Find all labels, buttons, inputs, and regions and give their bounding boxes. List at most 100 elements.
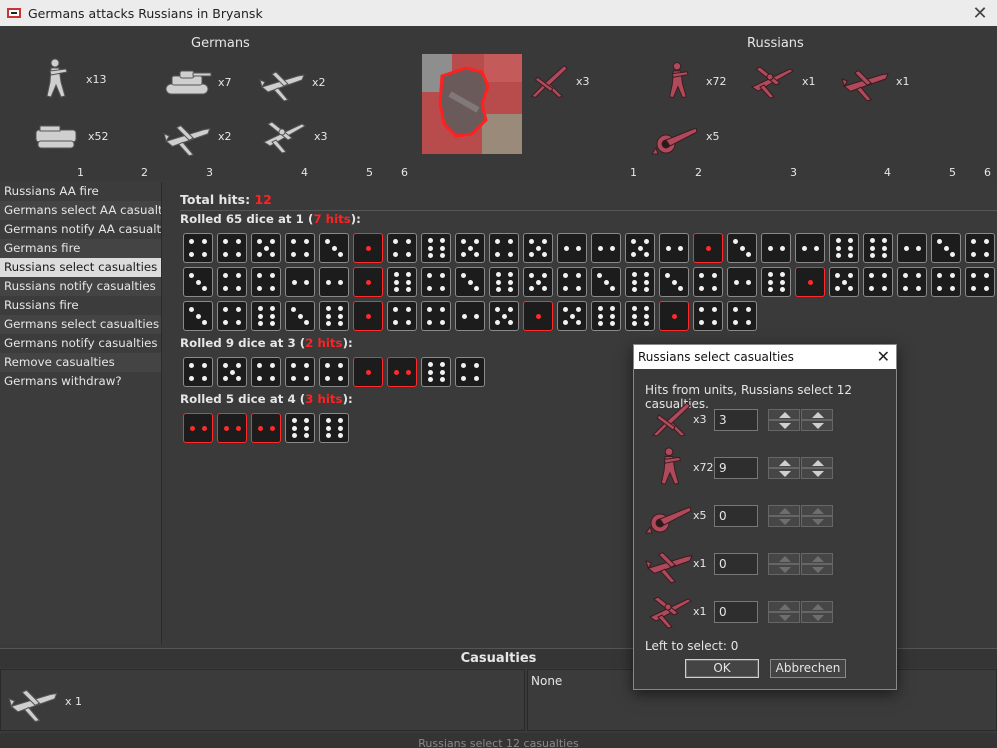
die (965, 233, 995, 263)
unit-count: x 1 (65, 694, 83, 708)
die (319, 233, 349, 263)
select-casualties-dialog: Russians select casualties ✕ Hits from u… (633, 344, 897, 690)
die (251, 267, 281, 297)
title-bar: Germans attacks Russians in Bryansk ✕ (0, 0, 997, 26)
die (693, 301, 723, 331)
territory-map (422, 54, 522, 154)
die (625, 267, 655, 297)
die (591, 233, 621, 263)
die (217, 357, 247, 387)
die (727, 267, 757, 297)
total-hits: Total hits: 12 (180, 192, 272, 207)
unit-count: x3 (693, 413, 707, 426)
casualty-count-input[interactable]: 9 (714, 457, 758, 479)
max-stepper[interactable] (801, 409, 833, 431)
attacker-unit: x2 (162, 114, 232, 158)
defender-axis-label: 3 (790, 166, 797, 179)
unit-count: x3 (576, 74, 590, 88)
total-hits-value: 12 (254, 192, 272, 207)
close-icon[interactable]: ✕ (877, 345, 890, 369)
die-hit (353, 267, 383, 297)
die (421, 357, 451, 387)
unit-count: x72 (706, 74, 727, 88)
step-item[interactable]: Germans select casualties (0, 315, 161, 334)
casualty-row: x1 0 (644, 589, 894, 633)
step-item[interactable]: Germans notify AA casualties (0, 220, 161, 239)
defender-axis-label: 6 (984, 166, 991, 179)
defender-unit: x5 (650, 114, 720, 158)
die (285, 301, 315, 331)
fighter-icon (163, 125, 211, 157)
attacker-unit: x2 (258, 62, 326, 102)
attacker-unit: x7 (162, 62, 232, 102)
die (931, 267, 961, 297)
increment-stepper[interactable] (768, 457, 800, 479)
die (455, 267, 485, 297)
casualty-unit: x 1 (7, 678, 82, 724)
defender-axis-label: 4 (884, 166, 891, 179)
step-item-active[interactable]: Russians select casualties (0, 258, 161, 277)
step-item[interactable]: Russians AA fire (0, 182, 161, 201)
die (829, 233, 859, 263)
max-stepper[interactable] (801, 601, 833, 623)
step-item[interactable]: Germans withdraw? (0, 372, 161, 391)
casualty-count-input[interactable]: 0 (714, 505, 758, 527)
die (455, 357, 485, 387)
casualties-none: None (531, 674, 563, 688)
defender-axis-label: 1 (630, 166, 637, 179)
infantry-icon (46, 58, 68, 98)
defender-axis-label: 2 (695, 166, 702, 179)
cancel-button[interactable]: Abbrechen (770, 659, 846, 678)
step-item[interactable]: Germans select AA casualties (0, 201, 161, 220)
close-icon[interactable]: ✕ (963, 0, 997, 26)
step-item[interactable]: Germans fire (0, 239, 161, 258)
artillery-icon (645, 506, 692, 534)
max-stepper[interactable] (801, 553, 833, 575)
increment-stepper[interactable] (768, 505, 800, 527)
die (217, 301, 247, 331)
die-hit (217, 413, 247, 443)
unit-count: x2 (312, 75, 326, 89)
total-hits-label: Total hits: (180, 192, 255, 207)
die (659, 267, 689, 297)
aa-gun-icon (531, 65, 568, 98)
unit-count: x7 (218, 75, 232, 89)
die-hit (693, 233, 723, 263)
die (625, 233, 655, 263)
attacker-axis-label: 6 (401, 166, 408, 179)
attacker-title: Germans (191, 36, 250, 51)
die (727, 301, 757, 331)
die (897, 233, 927, 263)
defender-unit: x72 (654, 56, 727, 106)
die (319, 267, 349, 297)
dialog-title: Russians select casualties (638, 350, 794, 364)
casualty-count-input[interactable]: 0 (714, 553, 758, 575)
max-stepper[interactable] (801, 457, 833, 479)
die-hit (795, 267, 825, 297)
die (761, 267, 791, 297)
increment-stepper[interactable] (768, 553, 800, 575)
casualty-row: x1 0 (644, 541, 894, 585)
die (523, 233, 553, 263)
increment-stepper[interactable] (768, 409, 800, 431)
die (863, 267, 893, 297)
unit-count: x1 (896, 74, 910, 88)
increment-stepper[interactable] (768, 601, 800, 623)
casualty-count-input[interactable]: 3 (714, 409, 758, 431)
step-item[interactable]: Remove casualties (0, 353, 161, 372)
ok-button[interactable]: OK (685, 659, 759, 678)
casualty-count-input[interactable]: 0 (714, 601, 758, 623)
die (319, 413, 349, 443)
step-item[interactable]: Germans notify casualties (0, 334, 161, 353)
die (421, 267, 451, 297)
die (183, 233, 213, 263)
unit-count: x1 (693, 605, 707, 618)
die (625, 301, 655, 331)
window-title: Germans attacks Russians in Bryansk (28, 5, 263, 21)
step-item[interactable]: Russians fire (0, 296, 161, 315)
unit-count: x52 (88, 129, 109, 143)
defender-unit: x3 (524, 58, 590, 104)
fighter-icon (645, 552, 693, 584)
step-item[interactable]: Russians notify casualties (0, 277, 161, 296)
max-stepper[interactable] (801, 505, 833, 527)
